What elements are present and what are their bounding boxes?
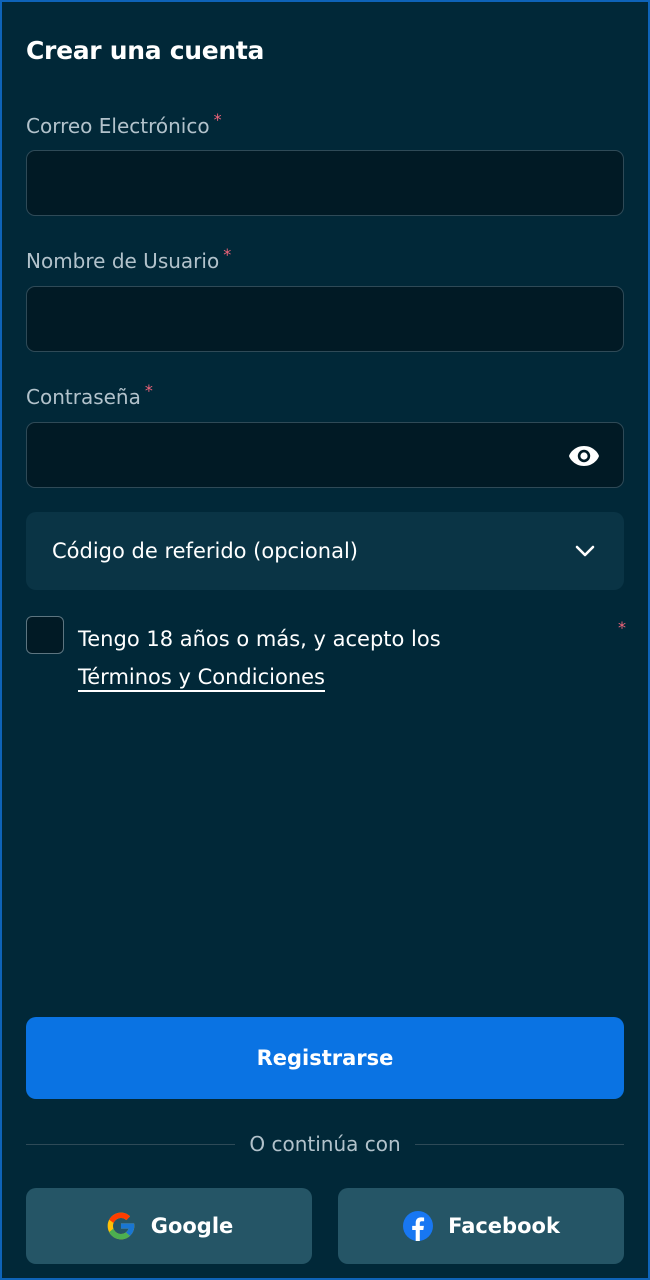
username-label-text: Nombre de Usuario xyxy=(26,249,220,273)
email-label: Correo Electrónico * xyxy=(26,110,222,138)
divider-line xyxy=(414,1143,624,1145)
register-button[interactable]: Registrarse xyxy=(26,1017,624,1099)
required-marker: * xyxy=(618,618,626,637)
facebook-label: Facebook xyxy=(448,1214,560,1238)
register-screen: Crear una cuenta Correo Electrónico * Nom… xyxy=(2,2,648,1278)
terms-text: Tengo 18 años o más, y acepto los Términ… xyxy=(78,620,578,696)
terms-statement: Tengo 18 años o más, y acepto los xyxy=(78,627,441,651)
terms-checkbox[interactable] xyxy=(26,616,64,654)
password-field-box[interactable] xyxy=(26,422,624,488)
google-icon xyxy=(105,1210,137,1242)
referral-code-label: Código de referido (opcional) xyxy=(52,539,358,563)
chevron-down-icon xyxy=(574,540,596,562)
referral-code-dropdown[interactable]: Código de referido (opcional) xyxy=(26,512,624,590)
password-label-text: Contraseña xyxy=(26,385,141,409)
social-divider: O continúa con xyxy=(26,1128,624,1160)
required-marker: * xyxy=(223,245,232,264)
eye-icon[interactable] xyxy=(567,442,601,470)
page-title: Crear una cuenta xyxy=(26,36,265,65)
email-field[interactable] xyxy=(27,151,623,215)
terms-link[interactable]: Términos y Condiciones xyxy=(78,665,325,689)
divider-text: O continúa con xyxy=(249,1132,401,1156)
password-label: Contraseña * xyxy=(26,381,153,409)
required-marker: * xyxy=(144,381,153,400)
password-field[interactable] xyxy=(27,423,623,487)
email-label-text: Correo Electrónico xyxy=(26,114,210,138)
email-field-box[interactable] xyxy=(26,150,624,216)
username-field[interactable] xyxy=(27,287,623,351)
facebook-button[interactable]: Facebook xyxy=(338,1188,624,1264)
facebook-icon xyxy=(402,1210,434,1242)
username-field-box[interactable] xyxy=(26,286,624,352)
google-label: Google xyxy=(150,1214,234,1238)
divider-line xyxy=(26,1143,236,1145)
required-marker: * xyxy=(213,110,222,129)
username-label: Nombre de Usuario * xyxy=(26,245,231,273)
google-button[interactable]: Google xyxy=(26,1188,312,1264)
